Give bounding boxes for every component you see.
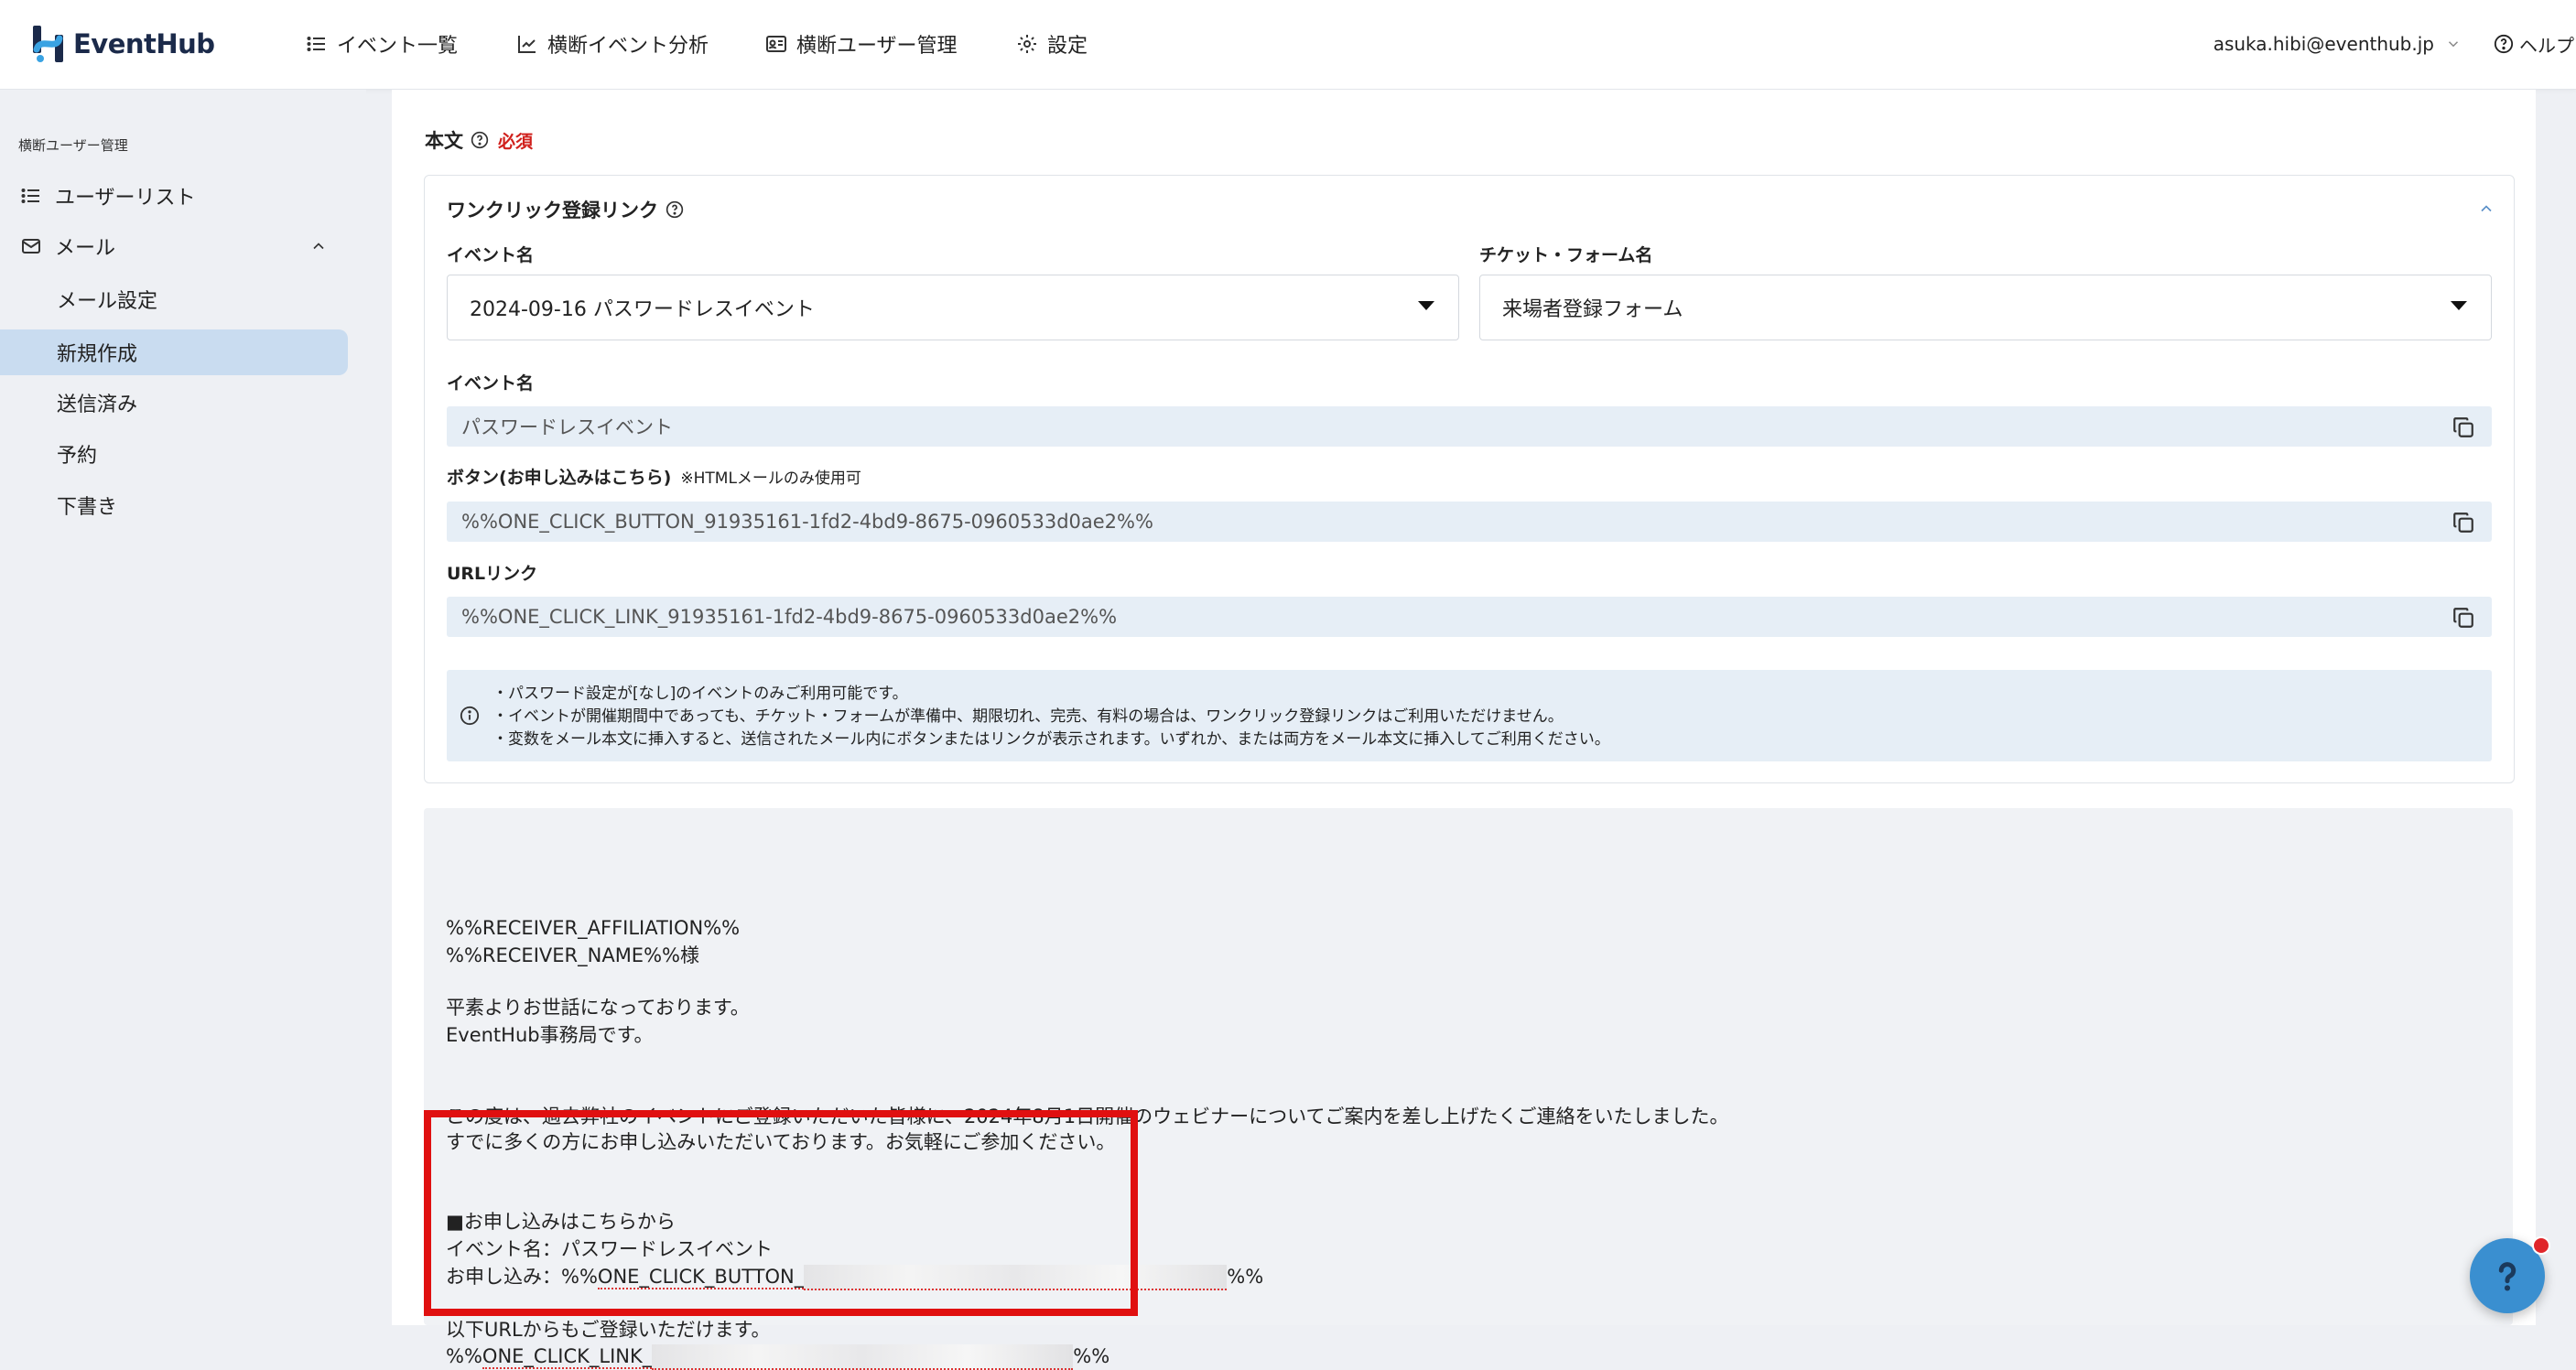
dropdown-caret-icon	[2451, 301, 2467, 310]
eventhub-logo-icon	[33, 26, 63, 62]
event-select[interactable]: 2024-09-16 パスワードレスイベント	[447, 275, 1459, 340]
info-line: ・変数をメール本文に挿入すると、送信されたメール内にボタンまたはリンクが表示され…	[492, 730, 1610, 749]
nav-event-analysis[interactable]: 横断イベント分析	[516, 27, 709, 60]
chart-icon	[518, 36, 536, 53]
sidebar-subitem-drafts[interactable]: 下書き	[0, 482, 348, 528]
sidebar: 横断ユーザー管理 ユーザーリスト メール メール設定 新規作成 送信済み 予約 …	[0, 90, 366, 1325]
gear-icon	[1018, 35, 1036, 53]
info-line: ・イベントが開催期間中であっても、チケット・フォームが準備中、期限切れ、完売、有…	[492, 707, 1564, 726]
sidebar-subitem-new[interactable]: 新規作成	[0, 329, 348, 375]
event-name-field[interactable]: パスワードレスイベント	[447, 406, 2492, 447]
event-select-label: イベント名	[447, 245, 535, 265]
button-variable-value: %%ONE_CLICK_BUTTON_91935161-1fd2-4bd9-86…	[461, 511, 1153, 533]
user-email: asuka.hibi@eventhub.jp	[2213, 33, 2434, 55]
sidebar-subitem-label: 送信済み	[57, 394, 138, 416]
body-field-label: 本文 必須	[425, 126, 533, 154]
nav-event-list[interactable]: イベント一覧	[306, 27, 458, 60]
body-line-url-variable: %%ONE_CLICK_LINK_%%	[446, 1343, 1109, 1370]
body-line: EventHub事務局です。	[446, 1024, 654, 1046]
sidebar-subitem-label: メール設定	[57, 290, 158, 313]
info-line: ・パスワード設定が[なし]のイベントのみご利用可能です。	[492, 685, 908, 703]
help-label: ヘルプ	[2519, 34, 2574, 57]
button-variable-field[interactable]: %%ONE_CLICK_BUTTON_91935161-1fd2-4bd9-86…	[447, 502, 2492, 542]
sidebar-subitem-sent[interactable]: 送信済み	[0, 380, 348, 426]
sidebar-item-mail[interactable]: メール	[0, 223, 348, 269]
copy-icon[interactable]	[2452, 606, 2475, 630]
top-bar: EventHub イベント一覧 横断イベント分析 横断ユーザー管理 設定 asu…	[0, 0, 2576, 90]
help-circle-icon	[2494, 34, 2514, 54]
list-icon	[307, 37, 325, 51]
sidebar-subitem-label: 新規作成	[57, 343, 138, 366]
nav-user-management[interactable]: 横断ユーザー管理	[765, 27, 958, 60]
eventhub-logo[interactable]: EventHub	[31, 20, 215, 68]
body-text-fragment: %%	[1227, 1266, 1264, 1288]
id-card-icon	[766, 36, 786, 52]
event-name-value: パスワードレスイベント	[461, 416, 673, 438]
redacted-segment	[652, 1344, 1074, 1370]
help-circle-icon[interactable]	[471, 131, 489, 149]
copy-icon[interactable]	[2452, 511, 2475, 534]
sidebar-subitem-label: 下書き	[57, 496, 118, 519]
html-only-note: ※HTMLメールのみ使用可	[680, 469, 861, 488]
sidebar-subitem-scheduled[interactable]: 予約	[0, 431, 348, 477]
copy-icon[interactable]	[2452, 415, 2475, 439]
body-line: 以下URLからもご登録いただけます。	[446, 1319, 771, 1341]
nav-label: イベント一覧	[337, 35, 459, 58]
body-text-fragment: %%	[446, 1345, 482, 1367]
chevron-down-icon	[2448, 41, 2459, 48]
notification-dot	[2532, 1236, 2550, 1255]
nav-settings[interactable]: 設定	[1016, 27, 1088, 60]
body-text-fragment: %%	[1073, 1345, 1110, 1367]
sidebar-section-title: 横断ユーザー管理	[18, 137, 128, 154]
required-badge: 必須	[498, 131, 534, 152]
dropdown-caret-icon	[1418, 301, 1434, 310]
button-variable-label-text: ボタン(お申し込みはこちら)	[447, 468, 672, 488]
question-icon	[2498, 1262, 2516, 1291]
url-link-value: %%ONE_CLICK_LINK_91935161-1fd2-4bd9-8675…	[461, 606, 1118, 628]
help-link[interactable]: ヘルプ	[2494, 27, 2574, 60]
one-click-card: ワンクリック登録リンク イベント名 2024-09-16 パスワードレスイベント…	[424, 175, 2515, 783]
highlight-box	[424, 1110, 1138, 1316]
body-line: %%RECEIVER_AFFILIATION%%	[446, 917, 741, 939]
sidebar-subitem-mail-settings[interactable]: メール設定	[0, 276, 348, 322]
nav-label: 横断ユーザー管理	[796, 35, 958, 58]
collapse-chevron-icon[interactable]	[2477, 200, 2495, 218]
list-icon	[21, 189, 39, 203]
info-lines: ・パスワード設定が[なし]のイベントのみご利用可能です。 ・イベントが開催期間中…	[492, 683, 1610, 751]
button-variable-label: ボタン(お申し込みはこちら) ※HTMLメールのみ使用可	[447, 464, 861, 489]
sidebar-item-user-list[interactable]: ユーザーリスト	[0, 173, 348, 219]
form-select-label: チケット・フォーム名	[1479, 245, 1653, 265]
info-icon	[460, 706, 480, 726]
sidebar-item-label: メール	[55, 237, 116, 260]
sidebar-subitem-label: 予約	[57, 445, 98, 468]
nav-label: 設定	[1047, 35, 1088, 58]
url-link-label: URLリンク	[447, 564, 538, 584]
body-label-text: 本文	[425, 130, 463, 152]
body-line: %%RECEIVER_NAME%%様	[446, 944, 699, 966]
url-variable-token: ONE_CLICK_LINK_	[482, 1345, 653, 1369]
one-click-title-text: ワンクリック登録リンク	[447, 200, 658, 221]
event-select-value: 2024-09-16 パスワードレスイベント	[470, 298, 815, 321]
event-name-label: イベント名	[447, 373, 535, 394]
url-link-field[interactable]: %%ONE_CLICK_LINK_91935161-1fd2-4bd9-8675…	[447, 597, 2492, 637]
mail-icon	[22, 239, 40, 254]
nav-label: 横断イベント分析	[547, 35, 709, 58]
info-box: ・パスワード設定が[なし]のイベントのみご利用可能です。 ・イベントが開催期間中…	[447, 670, 2492, 761]
sidebar-item-label: ユーザーリスト	[55, 187, 196, 210]
brand-name: EventHub	[73, 28, 215, 59]
chevron-up-icon	[313, 243, 324, 250]
form-select[interactable]: 来場者登録フォーム	[1479, 275, 2492, 340]
help-circle-icon[interactable]	[666, 200, 684, 219]
form-select-value: 来場者登録フォーム	[1502, 298, 1683, 321]
body-line: 平素よりお世話になっております。	[446, 997, 750, 1019]
one-click-title: ワンクリック登録リンク	[447, 196, 684, 223]
user-menu[interactable]: asuka.hibi@eventhub.jp	[2213, 27, 2462, 60]
